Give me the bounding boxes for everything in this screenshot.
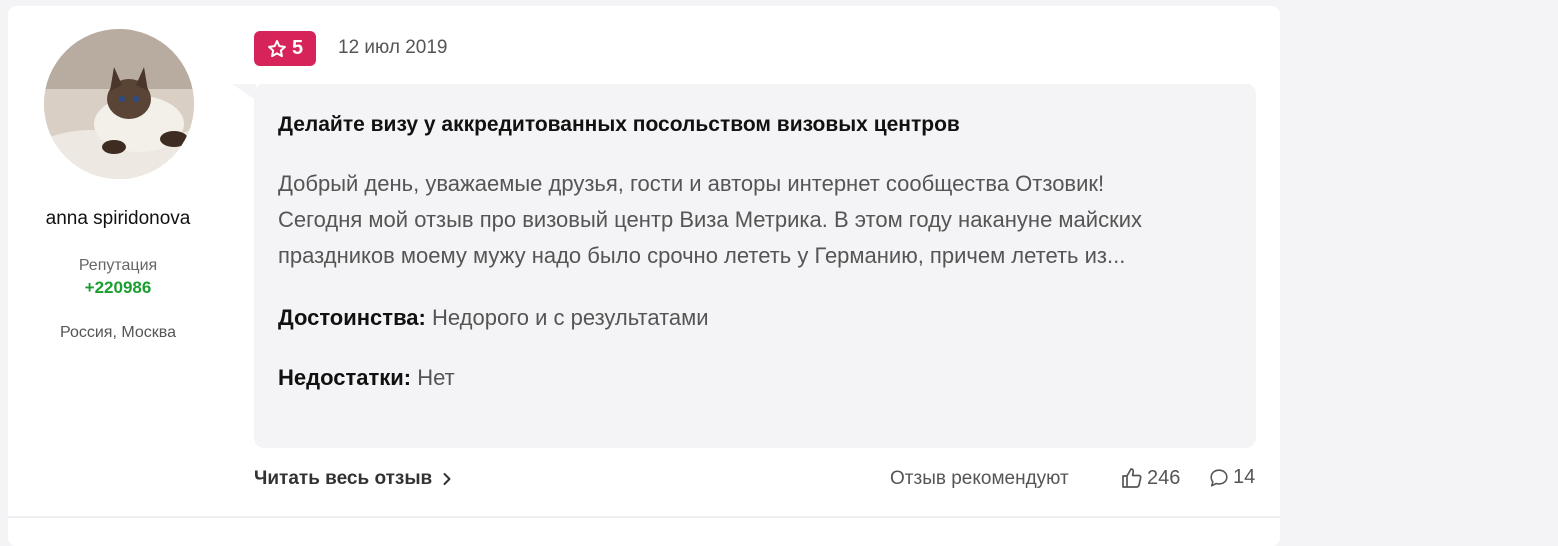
read-full-review-link[interactable]: Читать весь отзыв [254, 468, 452, 490]
review-date: 12 июл 2019 [338, 37, 448, 58]
likes-count: 246 [1147, 466, 1181, 489]
cat-avatar-image [44, 29, 194, 179]
review-text: Добрый день, уважаемые друзья, гости и а… [278, 171, 1142, 268]
author-name[interactable]: anna spiridonova [8, 208, 228, 230]
author-location: Россия, Москва [60, 324, 176, 341]
star-icon [268, 39, 286, 57]
cons-value: Нет [417, 365, 455, 390]
review-title[interactable]: Делайте визу у аккредитованных посольств… [278, 112, 1232, 138]
divider [8, 516, 1280, 518]
thumbs-up-icon [1122, 468, 1142, 488]
comments-count: 14 [1233, 466, 1256, 488]
avatar[interactable] [44, 29, 194, 179]
read-more-label: Читать весь отзыв [254, 468, 433, 489]
reputation-value: +220986 [84, 278, 152, 297]
bubble-tail [232, 84, 256, 100]
rating-badge: 5 [254, 31, 316, 66]
rating-value: 5 [291, 37, 304, 59]
review-cons: Недостатки: Нет [278, 364, 1232, 392]
review-bubble[interactable]: Делайте визу у аккредитованных посольств… [254, 84, 1256, 448]
comments-button[interactable]: 14 [1208, 466, 1255, 489]
like-button[interactable]: 246 [1120, 466, 1180, 490]
reputation-label: Репутация [78, 257, 158, 274]
review-card: anna spiridonova Репутация +220986 Росси… [8, 6, 1280, 546]
pros-value: Недорого и с результатами [432, 305, 709, 330]
review-pros: Достоинства: Недорого и с результатами [278, 304, 1232, 332]
comment-bubble-icon [1210, 468, 1228, 487]
cons-label: Недостатки: [278, 365, 412, 390]
pros-label: Достоинства: [278, 305, 426, 330]
chevron-right-icon [443, 473, 451, 485]
recommend-label: Отзыв рекомендуют [890, 468, 1069, 489]
